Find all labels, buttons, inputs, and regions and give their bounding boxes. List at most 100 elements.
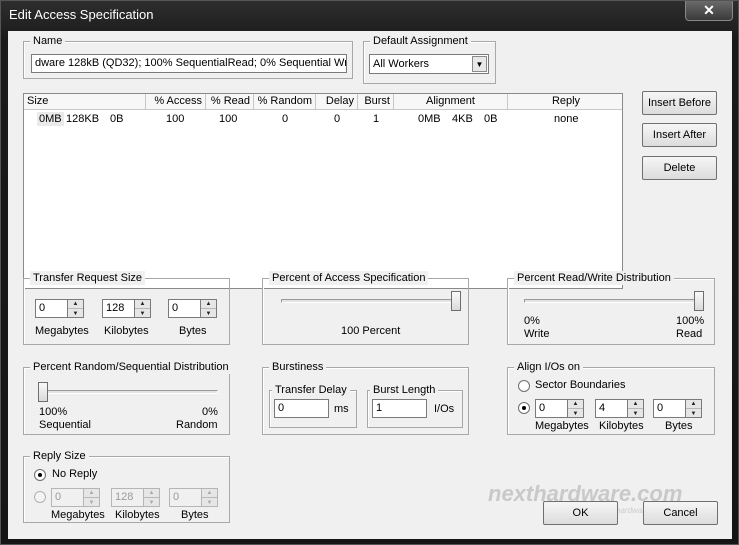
spin-up-icon[interactable]: ▲ — [144, 489, 159, 498]
spin-down-icon[interactable]: ▼ — [68, 309, 83, 318]
random-sequential-left-label: Sequential — [39, 419, 91, 431]
cell-random: 0 — [282, 113, 289, 125]
cell-reply: none — [554, 113, 579, 125]
align-megabytes-input[interactable]: 0 — [535, 399, 568, 418]
header-burst[interactable]: Burst — [358, 94, 394, 110]
transfer-delay-input[interactable]: 0 — [274, 399, 329, 418]
reply-bytes-input[interactable]: 0 — [169, 488, 202, 507]
percent-access-legend: Percent of Access Specification — [269, 271, 429, 285]
read-write-slider-thumb[interactable] — [694, 291, 704, 311]
cell-align-b: 0B — [484, 113, 498, 125]
align-custom-radio[interactable] — [518, 402, 530, 414]
name-input[interactable]: dware 128kB (QD32); 100% SequentialRead;… — [31, 54, 347, 73]
transfer-kilobytes-spinner[interactable]: ▲ ▼ — [135, 299, 151, 318]
reply-bytes-spinner[interactable]: ▲ ▼ — [202, 488, 218, 507]
spin-down-icon[interactable]: ▼ — [135, 309, 150, 318]
align-kilobytes-label: Kilobytes — [599, 420, 644, 432]
transfer-bytes-input[interactable]: 0 — [168, 299, 201, 318]
random-sequential-slider-track[interactable] — [38, 390, 218, 394]
align-kilobytes-input[interactable]: 4 — [595, 399, 628, 418]
header-read[interactable]: % Read — [206, 94, 254, 110]
spin-down-icon[interactable]: ▼ — [686, 409, 701, 418]
spin-up-icon[interactable]: ▲ — [68, 300, 83, 309]
transfer-kilobytes-input[interactable]: 128 — [102, 299, 135, 318]
ok-button[interactable]: OK — [543, 501, 618, 525]
spin-up-icon[interactable]: ▲ — [84, 489, 99, 498]
no-reply-label[interactable]: No Reply — [52, 468, 97, 480]
spin-down-icon[interactable]: ▼ — [201, 309, 216, 318]
transfer-request-group: Transfer Request Size 0 ▲ ▼ 128 ▲ ▼ 0 ▲ ▼ M… — [23, 271, 230, 345]
name-group: Name dware 128kB (QD32); 100% Sequential… — [23, 34, 353, 79]
close-icon: ✕ — [703, 2, 715, 18]
spin-down-icon[interactable]: ▼ — [202, 498, 217, 507]
random-sequential-legend: Percent Random/Sequential Distribution — [30, 360, 232, 374]
access-spec-table[interactable]: Size % Access % Read % Random Delay Burs… — [23, 93, 623, 289]
reply-size-legend: Reply Size — [30, 449, 89, 463]
spin-up-icon[interactable]: ▲ — [202, 489, 217, 498]
read-write-left-pct: 0% — [524, 315, 540, 327]
spin-up-icon[interactable]: ▲ — [686, 400, 701, 409]
sector-boundaries-radio[interactable] — [518, 380, 530, 392]
header-alignment[interactable]: Alignment — [394, 94, 508, 110]
burstiness-legend: Burstiness — [269, 360, 327, 374]
spin-down-icon[interactable]: ▼ — [568, 409, 583, 418]
transfer-bytes-label: Bytes — [179, 325, 207, 337]
spin-down-icon[interactable]: ▼ — [144, 498, 159, 507]
transfer-megabytes-label: Megabytes — [35, 325, 89, 337]
transfer-megabytes-input[interactable]: 0 — [35, 299, 68, 318]
no-reply-radio[interactable] — [34, 469, 46, 481]
cancel-button[interactable]: Cancel — [643, 501, 718, 525]
chevron-down-icon[interactable]: ▼ — [472, 56, 487, 72]
cell-burst: 1 — [373, 113, 380, 125]
reply-megabytes-input[interactable]: 0 — [51, 488, 84, 507]
reply-custom-radio[interactable] — [34, 491, 46, 503]
name-legend: Name — [30, 34, 66, 48]
align-bytes-spinner[interactable]: ▲ ▼ — [686, 399, 702, 418]
align-bytes-label: Bytes — [665, 420, 693, 432]
header-access[interactable]: % Access — [146, 94, 206, 110]
random-sequential-slider-thumb[interactable] — [38, 382, 48, 402]
spin-up-icon[interactable]: ▲ — [135, 300, 150, 309]
spin-up-icon[interactable]: ▲ — [628, 400, 643, 409]
align-kilobytes-spinner[interactable]: ▲ ▼ — [628, 399, 644, 418]
transfer-delay-unit: ms — [334, 403, 349, 415]
reply-kilobytes-input[interactable]: 128 — [111, 488, 144, 507]
transfer-kilobytes-label: Kilobytes — [104, 325, 149, 337]
spin-up-icon[interactable]: ▲ — [568, 400, 583, 409]
header-delay[interactable]: Delay — [316, 94, 358, 110]
default-assignment-select[interactable]: All Workers ▼ — [369, 54, 489, 74]
cell-read: 100 — [219, 113, 238, 125]
read-write-slider-track[interactable] — [524, 299, 704, 303]
insert-before-button[interactable]: Insert Before — [642, 91, 717, 115]
align-bytes-input[interactable]: 0 — [653, 399, 686, 418]
insert-after-button[interactable]: Insert After — [642, 123, 717, 147]
header-random[interactable]: % Random — [254, 94, 316, 110]
transfer-bytes-spinner[interactable]: ▲ ▼ — [201, 299, 217, 318]
window-title: Edit Access Specification — [9, 7, 154, 22]
align-megabytes-spinner[interactable]: ▲ ▼ — [568, 399, 584, 418]
read-write-right-label: Read — [676, 328, 703, 340]
default-assignment-legend: Default Assignment — [370, 34, 471, 48]
default-assignment-value: All Workers — [373, 58, 430, 70]
percent-access-slider-thumb[interactable] — [451, 291, 461, 311]
header-size[interactable]: Size — [24, 94, 146, 110]
burst-length-input[interactable]: 1 — [372, 399, 427, 418]
cell-align-mb: 0MB — [418, 113, 441, 125]
cell-size-b: 0B — [110, 113, 124, 125]
percent-access-value: 100 Percent — [341, 325, 401, 337]
reply-megabytes-spinner[interactable]: ▲ ▼ — [84, 488, 100, 507]
spin-down-icon[interactable]: ▼ — [628, 409, 643, 418]
header-reply[interactable]: Reply — [508, 94, 624, 110]
spin-up-icon[interactable]: ▲ — [201, 300, 216, 309]
read-write-left-label: Write — [524, 328, 550, 340]
close-button[interactable]: ✕ — [685, 1, 733, 21]
cell-align-kb: 4KB — [452, 113, 473, 125]
spin-down-icon[interactable]: ▼ — [84, 498, 99, 507]
transfer-megabytes-spinner[interactable]: ▲ ▼ — [68, 299, 84, 318]
title-bar[interactable]: Edit Access Specification ✕ — [1, 1, 738, 31]
delete-button[interactable]: Delete — [642, 156, 717, 180]
percent-access-slider-track[interactable] — [281, 299, 461, 303]
cell-access: 100 — [166, 113, 185, 125]
reply-kilobytes-spinner[interactable]: ▲ ▼ — [144, 488, 160, 507]
sector-boundaries-label[interactable]: Sector Boundaries — [535, 379, 626, 391]
